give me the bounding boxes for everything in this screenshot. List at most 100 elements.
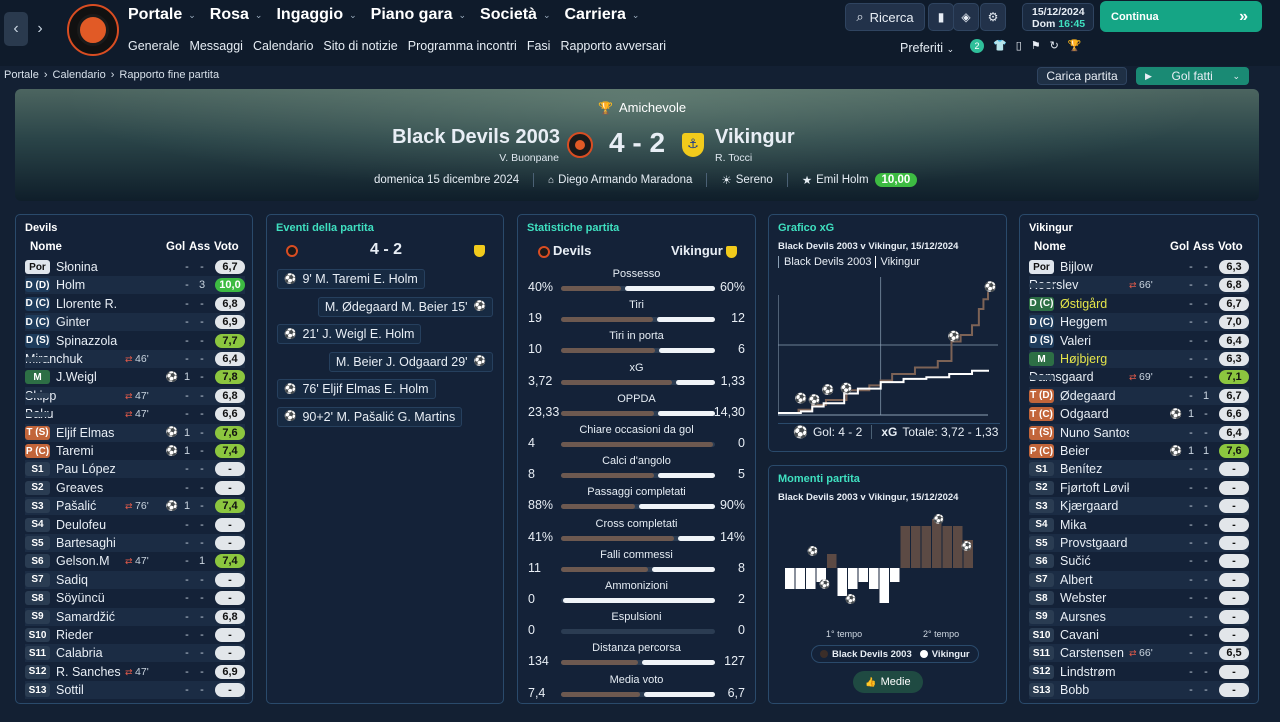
player-name[interactable]: Sadiq — [56, 573, 125, 587]
favorites-dropdown[interactable]: Preferiti ⌄ — [900, 41, 954, 55]
notification-icon[interactable]: 2 — [970, 39, 984, 53]
nav-ingaggio[interactable]: Ingaggio ⌄ — [276, 6, 356, 24]
player-name[interactable]: Benítez — [1060, 462, 1129, 476]
player-row[interactable]: P (C) Beier ⚽ 1 1 7,6 — [1029, 442, 1249, 460]
player-name[interactable]: Carstensen — [1060, 646, 1129, 660]
player-row[interactable]: Damsgaard ⇄ 69' - -7,1 — [1029, 368, 1249, 386]
player-row[interactable]: Baku⇄ 47'--6,6 — [25, 405, 245, 423]
col-assists[interactable]: Ass — [189, 241, 210, 253]
col-name[interactable]: Nome — [30, 241, 62, 253]
player-row[interactable]: S10 Rieder - - - — [25, 626, 245, 644]
continue-button[interactable]: Continua » — [1100, 1, 1262, 32]
player-name[interactable]: Odgaard — [1060, 407, 1129, 421]
col-goals[interactable]: Gol — [166, 241, 185, 253]
player-row[interactable]: S12 R. Sanches ⇄ 47' - -6,9 — [25, 663, 245, 681]
player-row[interactable]: D (C) Heggem - -7,0 — [1029, 313, 1249, 332]
player-row[interactable]: D (C) Ginter - -6,9 — [25, 313, 245, 332]
subnav-item[interactable]: Sito di notizie — [323, 39, 397, 53]
player-row[interactable]: D (C) Llorente R. - -6,8 — [25, 295, 245, 313]
player-row[interactable]: T (D) Ødegaard -1 6,7 — [1029, 386, 1249, 405]
load-match-button[interactable]: Carica partita — [1037, 67, 1127, 85]
shield-icon[interactable]: ◈ — [953, 3, 979, 31]
subnav-item[interactable]: Messaggi — [189, 39, 243, 53]
subnav-item[interactable]: Programma incontri — [408, 39, 517, 53]
col-goals[interactable]: Gol — [1170, 241, 1189, 253]
player-row[interactable]: S9 Aursnes - - - — [1029, 607, 1249, 626]
nav-società[interactable]: Società ⌄ — [480, 6, 550, 24]
club-logo[interactable] — [67, 4, 119, 56]
breadcrumb-calendario[interactable]: Calendario — [53, 69, 106, 81]
player-row[interactable]: Skipp⇄ 47'--6,8 — [25, 386, 245, 405]
player-name[interactable]: Söyüncü — [56, 591, 125, 605]
player-row[interactable]: S3 Kjærgaard - - - — [1029, 497, 1249, 516]
player-name[interactable]: J.Weigl — [56, 370, 125, 384]
event-row[interactable]: ⚽ 21' J. Weigl E. Holm — [277, 324, 422, 344]
event-row[interactable]: ⚽ 76' Eljif Elmas E. Holm — [277, 379, 436, 399]
player-name[interactable]: Nuno Santos — [1060, 426, 1129, 440]
forward-arrow-icon[interactable]: › — [28, 12, 52, 46]
player-name[interactable]: Pašalić — [56, 499, 125, 513]
player-name[interactable]: Sottil — [56, 683, 125, 697]
player-name[interactable]: Holm — [56, 278, 125, 292]
player-name[interactable]: Østigård — [1060, 297, 1129, 311]
player-row[interactable]: S7 Albert - - - — [1029, 570, 1249, 589]
player-row[interactable]: S5 Bartesaghi - - - — [25, 534, 245, 552]
player-row[interactable]: S8 Söyüncü - - - — [25, 589, 245, 607]
player-row[interactable]: S6 Gelson.M ⇄ 47' -1 7,4 — [25, 552, 245, 570]
player-name[interactable]: Heggem — [1060, 315, 1129, 329]
averages-button[interactable]: 👍 Medie — [853, 671, 923, 693]
player-row[interactable]: P (C) Taremi ⚽ 1-7,4 — [25, 442, 245, 460]
player-name[interactable]: Højbjerg — [1060, 352, 1129, 366]
player-name[interactable]: Beier — [1060, 444, 1129, 458]
col-assists[interactable]: Ass — [1193, 241, 1214, 253]
breadcrumb-portale[interactable]: Portale — [4, 69, 39, 81]
player-name[interactable]: Greaves — [56, 481, 125, 495]
player-row[interactable]: S13 Bobb - - - — [1029, 681, 1249, 700]
player-name[interactable]: Rieder — [56, 628, 125, 642]
player-name[interactable]: Sučić — [1060, 554, 1129, 568]
subnav-item[interactable]: Fasi — [527, 39, 551, 53]
player-name[interactable]: Aursnes — [1060, 610, 1129, 624]
player-name[interactable]: Valeri — [1060, 334, 1129, 348]
player-name[interactable]: Ødegaard — [1060, 389, 1129, 403]
player-name[interactable]: Mika — [1060, 518, 1129, 532]
player-of-match[interactable]: Emil Holm — [816, 174, 868, 186]
player-row[interactable]: Miranchuk ⇄ 46' - -6,4 — [25, 350, 245, 368]
nav-carriera[interactable]: Carriera ⌄ — [565, 6, 640, 24]
player-row[interactable]: M Højbjerg - -6,3 — [1029, 350, 1249, 368]
player-row[interactable]: T (C) Odgaard ⚽ 1-6,6 — [1029, 405, 1249, 423]
player-row[interactable]: S1 Pau López - - - — [25, 460, 245, 479]
stadium-name[interactable]: Diego Armando Maradona — [558, 174, 692, 186]
away-team-name[interactable]: Vikingur — [715, 126, 795, 149]
player-name[interactable]: Lindstrøm — [1060, 665, 1129, 679]
player-row[interactable]: Roerslev⇄ 66'--6,8 — [1029, 276, 1249, 295]
player-row[interactable]: S7 Sadiq - - - — [25, 570, 245, 589]
trophy-icon[interactable]: 🏆 — [1068, 39, 1082, 53]
event-row[interactable]: M. Ødegaard M. Beier 15' ⚽ — [317, 296, 493, 317]
player-name[interactable]: Słonina — [56, 260, 125, 274]
nav-rosa[interactable]: Rosa ⌄ — [210, 6, 263, 24]
player-row[interactable]: S9 Samardžić - -6,8 — [25, 607, 245, 626]
player-name[interactable]: Gelson.M — [56, 554, 125, 568]
nav-piano-gara[interactable]: Piano gara ⌄ — [371, 6, 466, 24]
player-row[interactable]: D (S) Valeri - -6,4 — [1029, 332, 1249, 350]
player-row[interactable]: S11 Calabria - - - — [25, 644, 245, 663]
player-name[interactable]: Samardžić — [56, 610, 125, 624]
player-row[interactable]: T (S) Nuno Santos - -6,4 — [1029, 423, 1249, 442]
player-name[interactable]: Taremi — [56, 444, 125, 458]
event-row[interactable]: ⚽ 90+2' M. Pašalić G. Martins — [277, 406, 463, 427]
goals-filter-dropdown[interactable]: ▶ Gol fatti ⌄ — [1136, 67, 1249, 85]
player-row[interactable]: Por Bijlow - -6,3 — [1029, 258, 1249, 276]
col-rating[interactable]: Voto — [214, 241, 239, 253]
subnav-item[interactable]: Rapporto avversari — [560, 39, 666, 53]
player-row[interactable]: S6 Sučić - - - — [1029, 552, 1249, 570]
player-row[interactable]: S3 Pašalić ⇄ 76' ⚽ 1-7,4 — [25, 497, 245, 516]
player-name[interactable]: Eljif Elmas — [56, 426, 125, 440]
player-row[interactable]: S13 Sottil - - - — [25, 681, 245, 700]
away-manager[interactable]: R. Tocci — [715, 152, 752, 164]
player-row[interactable]: S12 Lindstrøm - - - — [1029, 663, 1249, 681]
player-name[interactable]: Calabria — [56, 646, 125, 660]
col-rating[interactable]: Voto — [1218, 241, 1243, 253]
refresh-icon[interactable]: ↻ — [1050, 39, 1059, 53]
player-name[interactable]: Llorente R. — [56, 297, 125, 311]
